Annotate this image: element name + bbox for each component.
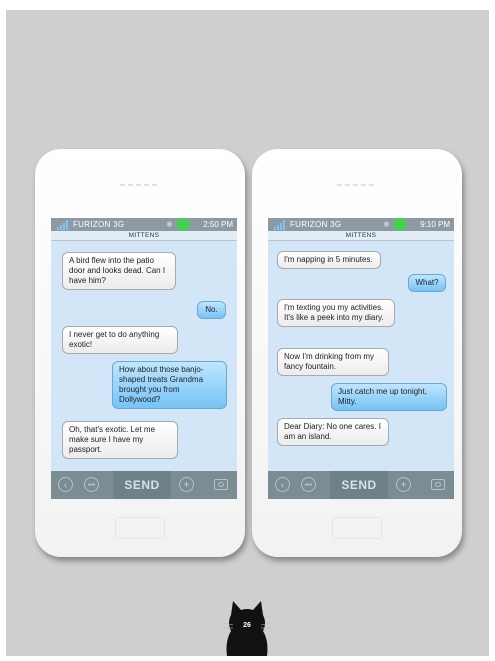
send-button[interactable]: SEND — [330, 471, 388, 499]
message-bubble-incoming: I'm texting you my activities. It's like… — [277, 299, 395, 327]
cat-silhouette-icon: 26 — [221, 601, 273, 656]
camera-icon[interactable] — [214, 479, 228, 490]
message-bubble-outgoing: What? — [408, 274, 446, 292]
battery-icon — [394, 219, 406, 230]
bluetooth-icon: ✱ — [383, 220, 390, 229]
chevron-left-icon[interactable]: ‹ — [275, 477, 290, 492]
phone-left: FURIZON 3G ✱ 2:50 PM MITTENS A bird flew… — [35, 149, 245, 557]
status-bar: FURIZON 3G ✱ 2:50 PM — [51, 218, 237, 231]
signal-bars-icon — [57, 220, 69, 230]
plus-icon[interactable]: + — [396, 477, 411, 492]
ellipsis-icon[interactable]: ••• — [301, 477, 316, 492]
page-number: 26 — [243, 622, 251, 629]
camera-icon[interactable] — [431, 479, 445, 490]
message-bubble-outgoing: Just catch me up tonight, Mitty. — [331, 383, 447, 411]
chevron-left-icon[interactable]: ‹ — [58, 477, 73, 492]
message-toolbar: ‹ ••• SEND + — [268, 471, 454, 499]
contact-name: MITTENS — [268, 231, 454, 241]
speaker-grille — [337, 184, 377, 186]
message-bubble-incoming: Oh, that's exotic. Let me make sure I ha… — [62, 421, 178, 459]
home-button[interactable] — [115, 517, 165, 539]
message-bubble-outgoing: No. — [197, 301, 226, 319]
message-toolbar: ‹ ••• SEND + — [51, 471, 237, 499]
status-time: 9:10 PM — [420, 220, 450, 229]
phone-right: FURIZON 3G ✱ 9:10 PM MITTENS I'm napping… — [252, 149, 462, 557]
plus-icon[interactable]: + — [179, 477, 194, 492]
page-background: FURIZON 3G ✱ 2:50 PM MITTENS A bird flew… — [6, 10, 489, 656]
home-button[interactable] — [332, 517, 382, 539]
phone-screen: FURIZON 3G ✱ 2:50 PM MITTENS A bird flew… — [51, 218, 237, 499]
message-bubble-incoming: I never get to do anything exotic! — [62, 326, 178, 354]
message-bubble-incoming: Dear Diary: No one cares. I am an island… — [277, 418, 389, 446]
message-bubble-incoming: I'm napping in 5 minutes. — [277, 251, 381, 269]
message-bubble-incoming: Now I'm drinking from my fancy fountain. — [277, 348, 389, 376]
status-time: 2:50 PM — [203, 220, 233, 229]
signal-bars-icon — [274, 220, 286, 230]
bluetooth-icon: ✱ — [166, 220, 173, 229]
message-bubble-incoming: A bird flew into the patio door and look… — [62, 252, 176, 290]
message-bubble-outgoing: How about those banjo-shaped treats Gran… — [112, 361, 227, 409]
send-button[interactable]: SEND — [113, 471, 171, 499]
status-bar: FURIZON 3G ✱ 9:10 PM — [268, 218, 454, 231]
carrier-label: FURIZON 3G — [73, 220, 125, 229]
carrier-label: FURIZON 3G — [290, 220, 342, 229]
contact-name: MITTENS — [51, 231, 237, 241]
phone-screen: FURIZON 3G ✱ 9:10 PM MITTENS I'm napping… — [268, 218, 454, 499]
ellipsis-icon[interactable]: ••• — [84, 477, 99, 492]
battery-icon — [177, 219, 189, 230]
speaker-grille — [120, 184, 160, 186]
